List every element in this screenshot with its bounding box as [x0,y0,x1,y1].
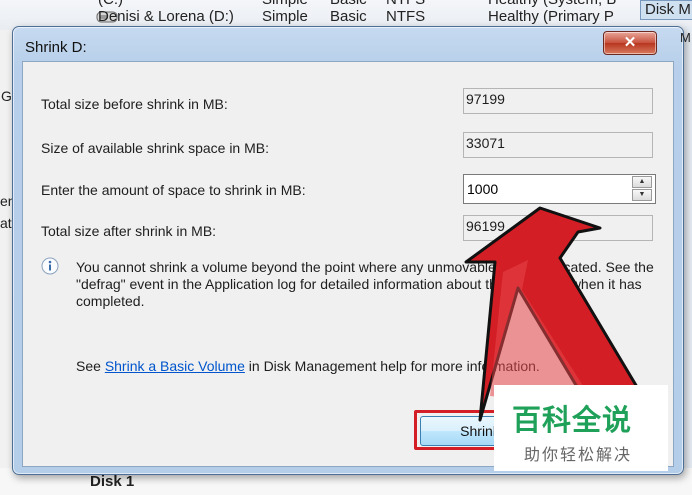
chevron-down-icon[interactable]: ▼ [632,189,652,201]
volume-d-status: Healthy (Primary P [488,8,614,25]
shrink-amount-label: Enter the amount of space to shrink in M… [41,182,306,198]
volume-c-type: Basic [330,0,367,8]
total-after-value: 96199 [463,215,653,241]
volume-d-fs: NTFS [386,8,426,25]
volume-d-layout: Simple [262,8,308,25]
close-icon: ✕ [623,34,637,51]
spin-buttons: ▲ ▼ [632,176,652,202]
help-line: See Shrink a Basic Volume in Disk Manage… [76,358,540,374]
watermark-logo: 百科全说 助你轻松解决 [494,385,668,471]
help-suffix: in Disk Management help for more informa… [244,358,540,374]
watermark-title: 百科全说 [512,405,633,437]
chevron-up-icon[interactable]: ▲ [632,176,652,188]
volume-d-type: Basic [330,8,367,25]
left-fragment-3: at [0,215,12,231]
right-fragment: M [680,30,691,45]
volume-c-status: Healthy (System, B [488,0,616,8]
info-icon [41,257,59,275]
disk-panel-label[interactable]: Disk M [640,0,692,20]
watermark-subtitle: 助你轻松解决 [524,447,633,464]
available-space-label: Size of available shrink space in MB: [41,140,269,156]
total-before-label: Total size before shrink in MB: [41,96,228,112]
disk1-label[interactable]: Disk 1 [90,473,134,490]
volume-c-layout: Simple [262,0,308,8]
help-link[interactable]: Shrink a Basic Volume [105,358,245,374]
total-before-value: 97199 [463,88,653,114]
shrink-amount-input[interactable] [464,175,632,203]
volume-c-fs: NTFS [386,0,425,8]
total-after-label: Total size after shrink in MB: [41,223,217,239]
available-space-value: 33071 [463,132,653,158]
close-button[interactable]: ✕ [603,31,657,55]
volume-c-name: (C:) [98,0,123,8]
volume-d-name: Denisi & Lorena (D:) [98,8,234,25]
left-fragment-1: G [1,88,12,104]
shrink-amount-stepper[interactable]: ▲ ▼ [463,174,656,204]
help-prefix: See [76,358,105,374]
dialog-title: Shrink D: [25,39,87,56]
info-message: You cannot shrink a volume beyond the po… [76,259,654,309]
